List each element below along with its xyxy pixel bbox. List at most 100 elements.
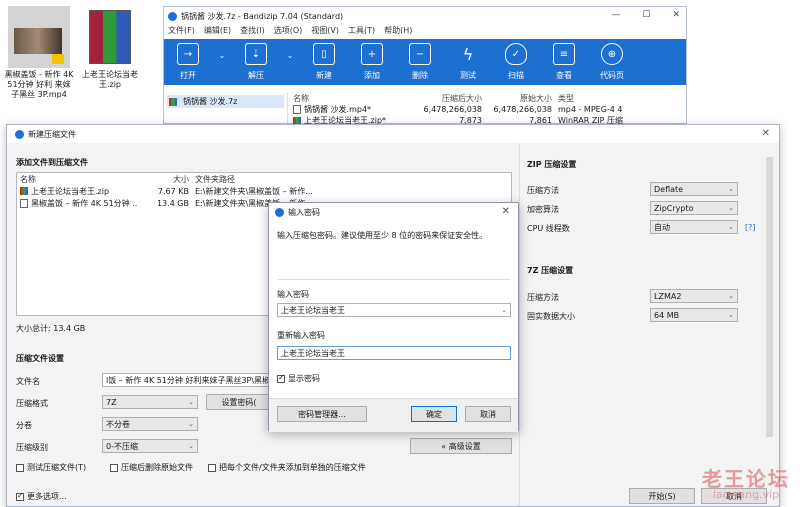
maximize-icon[interactable]: ☐ — [642, 10, 650, 20]
menu-tools[interactable]: 工具(T) — [348, 25, 375, 39]
checkbox — [16, 491, 24, 501]
video-thumbnail — [8, 6, 70, 68]
column-type[interactable]: 类型 — [552, 93, 574, 104]
more-options-checkbox[interactable]: 更多选项... — [16, 491, 67, 502]
list-item-size: 13.4 GB — [156, 198, 189, 208]
winrar-icon — [89, 10, 131, 64]
file-compressed-size: 6,478,266,038 — [423, 105, 482, 114]
menu-edit[interactable]: 编辑(E) — [204, 25, 231, 39]
split-select[interactable]: 不分卷 ⌄ — [102, 417, 198, 431]
cancel-label: 取消 — [480, 409, 496, 419]
dialog-titlebar: 新建压缩文件 — [7, 125, 779, 143]
list-item[interactable]: 上老王论坛当老王.zip 7.67 KB E:\新建文件夹\黑椒盖饭 – 新作.… — [17, 185, 511, 197]
cpu-threads-value: 自动 — [654, 222, 670, 232]
window-controls: — ☐ ✕ — [611, 10, 680, 20]
column-original[interactable]: 原始大小 — [482, 93, 552, 104]
total-size: 大小总计: 13.4 GB — [16, 324, 86, 333]
close-icon[interactable]: ✕ — [672, 10, 680, 20]
password-value: 上老王论坛当老王 — [281, 305, 345, 315]
menu-view[interactable]: 视图(V) — [311, 25, 339, 39]
cpu-threads-select[interactable]: 自动 ⌄ — [650, 220, 738, 234]
checkbox-label: 显示密码 — [288, 374, 320, 383]
desktop-icon-label: 黑椒盖饭 - 新作 4K 51分钟 好利 来妹子黑丝 3P.mp4 — [4, 70, 74, 99]
zip-method-select[interactable]: Deflate ⌄ — [650, 182, 738, 196]
toolbar-label: 解压 — [248, 71, 264, 80]
chevron-down-icon[interactable]: ⌄ — [501, 306, 507, 314]
tree-item-archive[interactable]: 锅锅酱 沙发.7z — [167, 95, 284, 108]
menu-options[interactable]: 选项(O) — [274, 25, 303, 39]
start-label: 开始(S) — [648, 491, 676, 501]
scrollbar[interactable] — [766, 157, 773, 437]
encryption-select[interactable]: ZipCrypto ⌄ — [650, 201, 738, 215]
minimize-icon[interactable]: — — [611, 10, 620, 20]
add-files-heading: 添加文件到压缩文件 — [16, 158, 88, 167]
toolbar-test-button[interactable]: ϟ 测试 — [444, 43, 492, 81]
password-input[interactable]: 上老王论坛当老王 ⌄ — [277, 303, 511, 317]
toolbar-view-button[interactable]: ≡ 查看 — [540, 43, 588, 81]
reenter-password-value: 上老王论坛当老王 — [281, 348, 345, 358]
cancel-button[interactable]: 取消 — [465, 406, 511, 422]
show-password-checkbox[interactable]: 显示密码 — [277, 373, 320, 384]
bandizip-logo-icon — [15, 129, 24, 139]
7z-method-label: 压缩方法 — [527, 293, 559, 302]
column-name[interactable]: 名称 — [288, 93, 406, 104]
column-compressed[interactable]: 压缩后大小 — [406, 93, 482, 104]
test-archive-checkbox[interactable]: 测试压缩文件(T) — [16, 462, 86, 473]
extract-dropdown-button[interactable]: ⌄ — [280, 43, 300, 60]
set-password-button[interactable]: 设置密码( — [206, 394, 272, 410]
toolbar-extract-button[interactable]: ⇣ 解压 — [232, 43, 280, 81]
column-name[interactable]: 名称 — [17, 174, 137, 185]
desktop-icon-mp4[interactable]: 黑椒盖饭 - 新作 4K 51分钟 好利 来妹子黑丝 3P.mp4 — [4, 6, 74, 100]
toolbar-open-button[interactable]: → 打开 — [164, 43, 212, 81]
window-title: 锅锅酱 沙发.7z - Bandizip 7.04 (Standard) — [181, 11, 344, 21]
tree-item-label: 锅锅酱 沙发.7z — [183, 97, 238, 106]
file-original-size: 6,478,266,038 — [493, 105, 552, 114]
zip-method-value: Deflate — [654, 184, 684, 194]
folder-tree: 锅锅酱 沙发.7z — [164, 93, 288, 123]
format-value: 7Z — [106, 397, 117, 407]
reenter-password-input[interactable]: 上老王论坛当老王 — [277, 346, 511, 360]
password-manager-button[interactable]: 密码管理器... — [277, 406, 367, 422]
start-button[interactable]: 开始(S) — [629, 488, 695, 504]
toolbar-delete-button[interactable]: − 删除 — [396, 43, 444, 81]
desktop-icon-zip[interactable]: 上老王论坛当老 王.zip — [78, 6, 142, 90]
file-row[interactable]: 锅锅酱 沙发.mp4* 6,478,266,038 6,478,266,038 … — [288, 104, 686, 115]
toolbar-new-button[interactable]: ▯ 新建 — [300, 43, 348, 81]
solid-block-select[interactable]: 64 MB ⌄ — [650, 308, 738, 322]
solid-block-value: 64 MB — [654, 310, 680, 320]
open-icon: → — [177, 43, 199, 65]
toolbar-label: 删除 — [412, 71, 428, 80]
close-icon[interactable]: ✕ — [502, 206, 510, 217]
encryption-label: 加密算法 — [527, 205, 559, 214]
ok-button[interactable]: 确定 — [411, 406, 457, 422]
level-select[interactable]: 0-不压缩 ⌄ — [102, 439, 198, 453]
toolbar-codepage-button[interactable]: ⊕ 代码页 — [588, 43, 636, 81]
column-size[interactable]: 大小 — [137, 174, 189, 185]
cancel-button[interactable]: 取消 — [701, 488, 767, 504]
delete-original-checkbox[interactable]: 压缩后删除原始文件 — [110, 462, 193, 473]
extract-icon: ⇣ — [245, 43, 267, 65]
titlebar: 锅锅酱 沙发.7z - Bandizip 7.04 (Standard) — [164, 7, 686, 25]
menu-find[interactable]: 查找(I) — [240, 25, 265, 39]
level-label: 压缩级别 — [16, 443, 48, 452]
chevron-down-icon: ⌄ — [188, 420, 194, 428]
open-dropdown-button[interactable]: ⌄ — [212, 43, 232, 60]
toolbar-add-button[interactable]: + 添加 — [348, 43, 396, 81]
close-icon[interactable]: ✕ — [762, 128, 770, 139]
menubar: 文件(F) 编辑(E) 查找(I) 选项(O) 视图(V) 工具(T) 帮助(H… — [164, 25, 686, 39]
test-icon: ϟ — [462, 44, 474, 64]
view-icon: ≡ — [553, 43, 575, 65]
help-link[interactable]: [?] — [745, 223, 756, 232]
menu-file[interactable]: 文件(F) — [168, 25, 195, 39]
zip-settings-heading: ZIP 压缩设置 — [527, 160, 577, 169]
separate-archives-checkbox[interactable]: 把每个文件/文件夹添加到单独的压缩文件 — [208, 462, 366, 473]
filename-label: 文件名 — [16, 377, 40, 386]
toolbar-scan-button[interactable]: ✓ 扫描 — [492, 43, 540, 81]
7z-method-select[interactable]: LZMA2 ⌄ — [650, 289, 738, 303]
menu-help[interactable]: 帮助(H) — [384, 25, 412, 39]
advanced-settings-button[interactable]: « 高级设置 — [410, 438, 512, 454]
format-select[interactable]: 7Z ⌄ — [102, 395, 198, 409]
list-item-name: 黑椒盖饭 – 新作 4K 51分钟 ... — [31, 198, 137, 208]
checkbox-label: 更多选项... — [27, 492, 67, 501]
column-path[interactable]: 文件夹路径 — [189, 174, 235, 185]
